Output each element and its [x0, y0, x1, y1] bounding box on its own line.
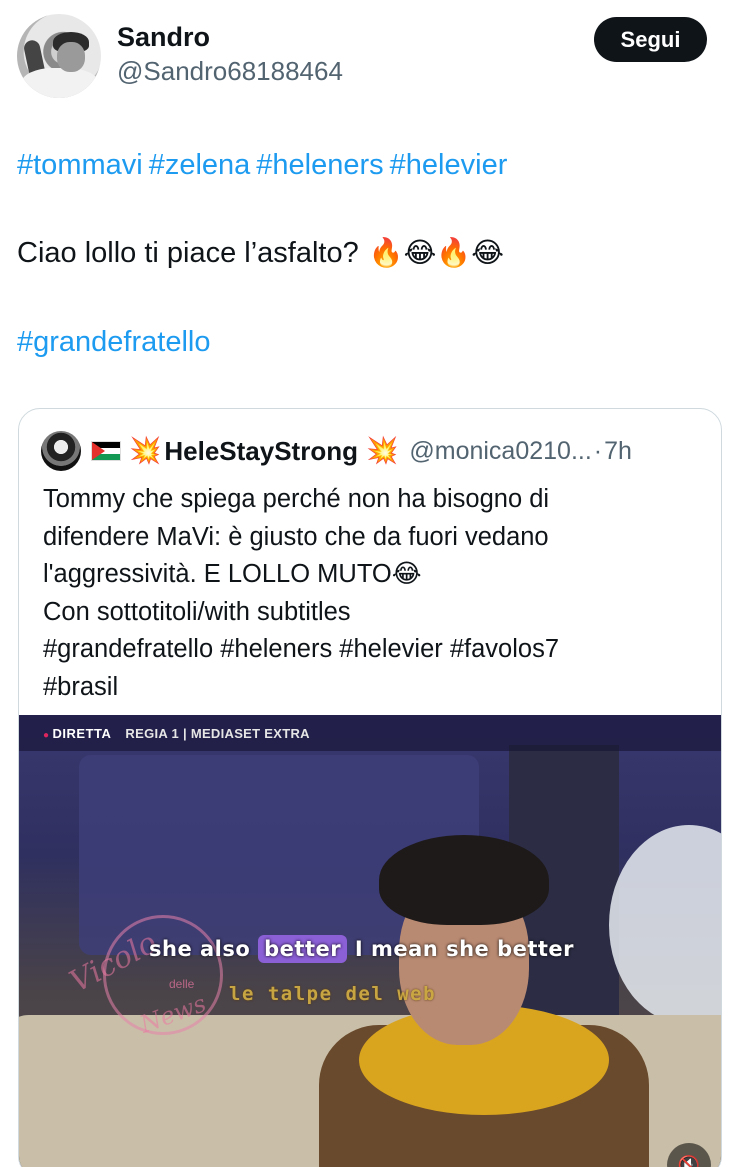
watermark-delle: delle [169, 977, 195, 991]
hashtag-link[interactable]: #tommavi [17, 149, 143, 181]
channel-label: REGIA 1 | MEDIASET EXTRA [125, 725, 310, 741]
quoted-text-line: #grandefratello #heleners #helevier #fav… [43, 635, 560, 663]
author-avatar[interactable] [17, 14, 101, 98]
quoted-author-avatar[interactable] [41, 431, 81, 471]
quoted-text-line: #brasil [43, 672, 119, 701]
quoted-tweet-header: 💥 HeleStayStrong 💥 @monica0210... · 7h [41, 431, 701, 471]
hashtag-link[interactable]: #grandefratello [17, 326, 210, 358]
watermark-talpe: le talpe del web [229, 983, 437, 1005]
quoted-text-line: Tommy che spiega perché non ha bisogno d… [43, 485, 550, 513]
quoted-tweet-time[interactable]: 7h [604, 437, 632, 466]
collision-icon: 💥 [129, 436, 162, 466]
quoted-text-line: Con sottotitoli/with subtitles [43, 597, 351, 626]
separator-dot: · [593, 436, 603, 465]
author-display-name[interactable]: Sandro [117, 22, 210, 53]
quoted-author-handle[interactable]: @monica0210... [409, 437, 591, 466]
subtitle-part: she also [149, 937, 259, 961]
quoted-text-line: l'aggressività. E LOLLO MUTO😂 [43, 560, 422, 588]
tweet-text: Ciao lollo ti piace l’asfalto? 🔥😂🔥😂 [17, 234, 504, 272]
quoted-video[interactable]: DIRETTA REGIA 1 | MEDIASET EXTRA Vicolo … [19, 715, 721, 1167]
tweet-text-content: Ciao lollo ti piace l’asfalto? [17, 237, 359, 269]
palestine-flag-icon [91, 441, 121, 461]
broadcast-bar: DIRETTA REGIA 1 | MEDIASET EXTRA [19, 715, 721, 751]
subtitle-highlight: better [258, 935, 348, 963]
live-label: DIRETTA [43, 726, 111, 741]
quoted-tweet-text: Tommy che spiega perché non ha bisogno d… [43, 481, 703, 706]
subtitle-part: I mean she better [347, 937, 575, 961]
fire-laugh-emoji: 🔥😂🔥😂 [368, 236, 504, 269]
tweet-header: Sandro @Sandro68188464 Segui [0, 0, 739, 110]
hashtag-link[interactable]: #heleners [256, 149, 383, 181]
hashtag-link[interactable]: #zelena [149, 149, 251, 181]
collision-icon: 💥 [365, 436, 399, 466]
quoted-text-line: difendere MaVi: è giusto che da fuori ve… [43, 522, 549, 551]
follow-button[interactable]: Segui [594, 17, 707, 62]
quoted-author-name[interactable]: HeleStayStrong [164, 436, 358, 467]
video-subtitle: she also better I mean she better [149, 935, 575, 963]
hashtag-link[interactable]: #helevier [390, 149, 508, 181]
tweet-hashtags-line1: #tommavi #zelena #heleners #helevier [17, 146, 513, 184]
author-handle[interactable]: @Sandro68188464 [117, 56, 343, 87]
tweet-hashtags-line2: #grandefratello [17, 323, 216, 361]
quoted-tweet-card[interactable]: 💥 HeleStayStrong 💥 @monica0210... · 7h T… [18, 408, 722, 1167]
